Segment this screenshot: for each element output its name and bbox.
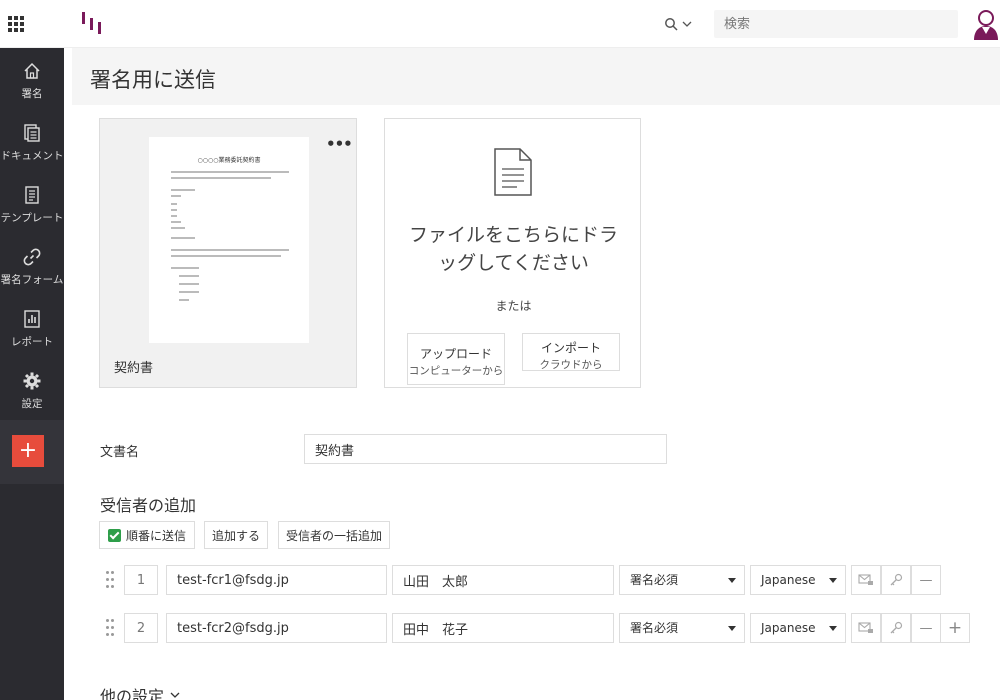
top-bar [0, 0, 1000, 48]
search-input[interactable] [714, 10, 958, 38]
chevron-down-icon [682, 21, 692, 27]
drop-instruction-line-2: ッグしてください [438, 252, 589, 274]
role-select-value: 署名必須 [630, 573, 679, 587]
recipient-name-input[interactable] [392, 613, 614, 643]
sidebar: 署名 ドキュメント テンプレート 署名フォーム レポート 設定 + [0, 48, 64, 700]
checkbox-checked-icon [108, 528, 121, 542]
recipient-email-input[interactable] [166, 565, 387, 595]
envelope-lock-icon [858, 622, 873, 633]
link-icon [23, 248, 41, 266]
sidebar-item-label: テンプレート [0, 212, 64, 224]
access-code-button[interactable] [881, 613, 911, 643]
caret-down-icon [829, 626, 837, 631]
user-avatar[interactable] [972, 8, 1000, 40]
sidebar-item-settings[interactable]: 設定 [0, 358, 64, 420]
home-icon [24, 62, 40, 79]
upload-button-label: アップロード [419, 347, 492, 361]
import-button-sublabel: クラウドから [539, 359, 603, 371]
create-new-button[interactable]: + [12, 435, 44, 467]
sidebar-item-templates[interactable]: テンプレート [0, 172, 64, 234]
recipient-language-select[interactable]: Japanese [750, 613, 846, 643]
add-recipient-button[interactable]: 追加する [204, 521, 268, 549]
language-select-value: Japanese [761, 573, 816, 587]
drop-instruction-line-1: ファイルをこちらにドラ [408, 224, 618, 246]
recipients-section-title: 受信者の追加 [100, 496, 197, 515]
other-settings-toggle[interactable]: 他の設定 [100, 683, 180, 700]
brand-logo [82, 12, 101, 34]
recipient-row: 署名必須 Japanese — [100, 564, 980, 596]
sidebar-item-documents[interactable]: ドキュメント [0, 110, 64, 172]
recipient-role-select[interactable]: 署名必須 [619, 613, 745, 643]
key-icon [890, 621, 903, 634]
document-name-input[interactable] [304, 434, 667, 464]
language-select-value: Japanese [761, 621, 816, 635]
sidebar-create-zone: + [0, 420, 64, 484]
file-drop-zone[interactable]: ファイルをこちらにドラ ッグしてください または アップロード コンピューターか… [384, 118, 641, 388]
drag-handle-icon[interactable] [106, 619, 114, 637]
recipient-role-select[interactable]: 署名必須 [619, 565, 745, 595]
add-recipient-row-button[interactable]: + [940, 613, 970, 643]
document-card[interactable]: ○○○○業務委託契約書 ••• 契約書 [99, 118, 357, 388]
caret-down-icon [728, 626, 736, 631]
drop-instruction: ファイルをこちらにドラ ッグしてください [385, 221, 642, 277]
sidebar-item-label: 署名 [21, 88, 43, 100]
sidebar-item-reports[interactable]: レポート [0, 296, 64, 358]
sidebar-item-label: レポート [11, 336, 53, 348]
access-code-button[interactable] [881, 565, 911, 595]
caret-down-icon [728, 578, 736, 583]
document-card-name: 契約書 [114, 361, 154, 376]
sidebar-item-label: ドキュメント [0, 150, 64, 162]
search-icon [665, 18, 678, 31]
chevron-down-icon [170, 692, 180, 698]
recipient-language-select[interactable]: Japanese [750, 565, 846, 595]
other-settings-label: 他の設定 [100, 687, 165, 700]
send-in-order-checkbox[interactable]: 順番に送信 [99, 521, 195, 549]
recipient-order-input[interactable] [124, 613, 158, 643]
template-icon [25, 186, 39, 204]
private-message-button[interactable] [851, 565, 881, 595]
documents-icon [24, 124, 40, 142]
sidebar-item-sign[interactable]: 署名 [0, 48, 64, 110]
document-more-button[interactable]: ••• [326, 135, 353, 153]
document-thumbnail: ○○○○業務委託契約書 [149, 137, 309, 343]
envelope-lock-icon [858, 574, 873, 585]
recipient-email-input[interactable] [166, 613, 387, 643]
sidebar-item-label: 設定 [21, 398, 43, 410]
recipient-row: 署名必須 Japanese — + [100, 612, 980, 644]
key-icon [890, 573, 903, 586]
document-name-label: 文書名 [100, 445, 140, 460]
sidebar-item-sign-forms[interactable]: 署名フォーム [0, 234, 64, 296]
private-message-button[interactable] [851, 613, 881, 643]
or-label: または [495, 299, 532, 313]
role-select-value: 署名必須 [630, 621, 679, 635]
recipient-name-input[interactable] [392, 565, 614, 595]
import-button-label: インポート [540, 341, 601, 355]
bulk-add-recipients-button[interactable]: 受信者の一括追加 [278, 521, 390, 549]
search-scope-toggle[interactable] [664, 14, 700, 34]
upload-button-sublabel: コンピューターから [408, 365, 504, 377]
caret-down-icon [829, 578, 837, 583]
apps-grid-icon[interactable] [8, 16, 24, 32]
file-icon [494, 148, 532, 196]
page-header: 署名用に送信 [72, 48, 1000, 105]
recipient-order-input[interactable] [124, 565, 158, 595]
upload-from-computer-button[interactable]: アップロード コンピューターから [407, 333, 505, 385]
remove-recipient-button[interactable]: — [911, 613, 941, 643]
import-from-cloud-button[interactable]: インポート クラウドから [522, 333, 620, 371]
gear-icon [23, 372, 41, 390]
thumbnail-title: ○○○○業務委託契約書 [197, 157, 261, 164]
sidebar-item-label: 署名フォーム [0, 274, 64, 286]
remove-recipient-button[interactable]: — [911, 565, 941, 595]
drag-handle-icon[interactable] [106, 571, 114, 589]
send-in-order-label: 順番に送信 [126, 528, 187, 543]
report-icon [24, 310, 40, 328]
page-title: 署名用に送信 [90, 68, 216, 92]
